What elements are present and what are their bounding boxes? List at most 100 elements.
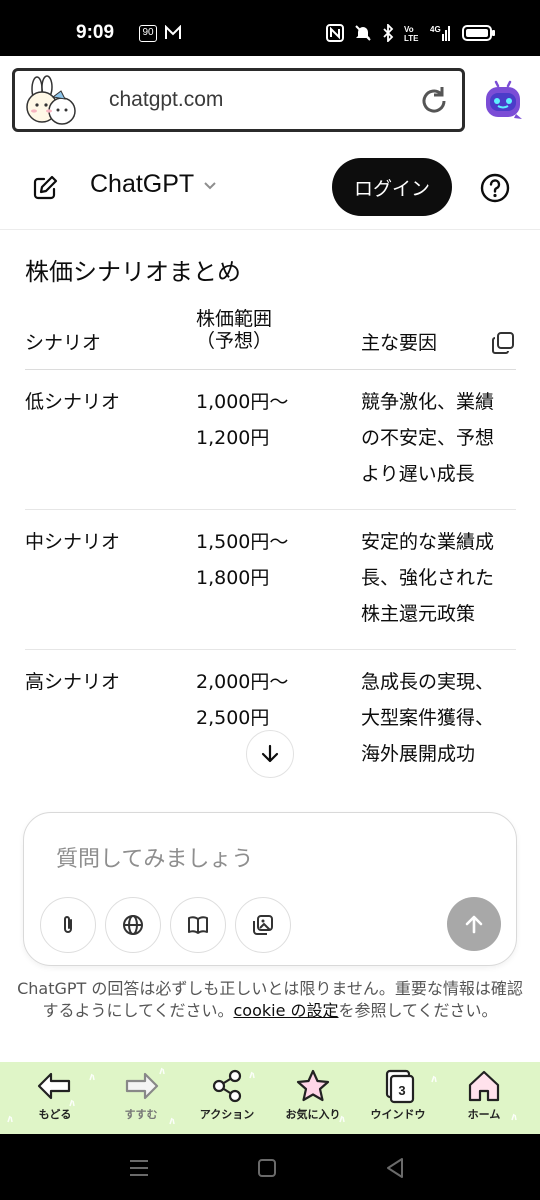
factor-cell: 急成長の実現、 大型案件獲得、 海外展開成功 <box>361 664 516 772</box>
scenario-cell: 低シナリオ <box>25 391 121 413</box>
reload-icon[interactable] <box>417 84 451 118</box>
help-icon[interactable] <box>479 172 511 204</box>
send-button[interactable] <box>447 897 501 951</box>
factor-line: 海外展開成功 <box>361 743 476 765</box>
factor-line: 長、強化された <box>361 567 495 589</box>
table-row: 中シナリオ 1,500円〜 1,800円 安定的な業績成 長、強化された 株主還… <box>25 509 516 649</box>
scenario-cell: 高シナリオ <box>25 671 121 693</box>
cookie-settings-link[interactable]: cookie の設定 <box>233 1001 338 1020</box>
chatgpt-header: ChatGPT ログイン <box>0 146 540 230</box>
address-bar[interactable]: chatgpt.com <box>12 68 465 132</box>
range-line: 1,000円〜 <box>196 391 289 413</box>
message-composer[interactable]: 質問してみましょう <box>23 812 517 966</box>
scenario-cell: 中シナリオ <box>25 531 121 553</box>
arrow-down-icon <box>261 744 279 763</box>
model-selector[interactable]: ChatGPT <box>90 170 218 199</box>
table-row: 低シナリオ 1,000円〜 1,200円 競争激化、業績 の不安定、予想 より遅… <box>25 369 516 509</box>
signal-4g-icon: 4G <box>430 25 450 41</box>
mascot-logo-icon <box>26 75 76 125</box>
nfc-icon <box>326 24 344 42</box>
home-nav-icon[interactable] <box>257 1158 277 1178</box>
status-bar: 9:09 90 Vo LTE 4G <box>0 0 540 56</box>
window-icon: 3 <box>385 1069 415 1104</box>
header-price-range: 株価範囲 （予想） <box>196 308 272 352</box>
disclaimer: ChatGPT の回答は必ずしも正しいとは限りません。重要な情報は確認するように… <box>12 978 528 1022</box>
copy-icon[interactable] <box>490 330 516 356</box>
new-chat-icon[interactable] <box>31 174 59 202</box>
arrow-up-icon <box>465 915 483 934</box>
back-nav-icon[interactable] <box>385 1157 405 1179</box>
search-web-button[interactable] <box>105 897 161 953</box>
factor-line: 安定的な業績成 <box>361 531 495 553</box>
header-price-range-line1: 株価範囲 <box>196 308 273 330</box>
factor-line: 株主還元政策 <box>361 603 476 625</box>
share-icon <box>212 1069 242 1103</box>
window-count: 3 <box>398 1083 405 1098</box>
forward-label: すすむ <box>124 1108 158 1121</box>
scroll-down-button[interactable] <box>246 730 294 778</box>
battery-icon <box>462 25 495 41</box>
browser-toolbar: chatgpt.com <box>0 56 540 146</box>
factor-cell: 競争激化、業績 の不安定、予想 より遅い成長 <box>361 384 516 492</box>
brand-label: ChatGPT <box>90 170 195 198</box>
range-line: 1,800円 <box>196 567 270 589</box>
favorites-button[interactable]: お気に入り <box>271 1068 355 1130</box>
factor-line: 競争激化、業績 <box>361 391 495 413</box>
disclaimer-text-end: を参照してください。 <box>338 1001 498 1020</box>
assistant-extension-button[interactable] <box>476 76 530 130</box>
action-label: アクション <box>199 1108 255 1121</box>
paperclip-icon <box>64 916 72 933</box>
table-body: 低シナリオ 1,000円〜 1,200円 競争激化、業績 の不安定、予想 より遅… <box>25 369 516 789</box>
range-cell: 1,000円〜 1,200円 <box>196 384 316 456</box>
factor-line: 急成長の実現、 <box>361 671 495 693</box>
header-scenario: シナリオ <box>25 332 102 354</box>
status-time: 9:09 <box>76 22 115 43</box>
url-text: chatgpt.com <box>109 88 224 111</box>
range-line: 1,200円 <box>196 427 270 449</box>
volte-icon: VoLTE <box>404 25 419 42</box>
header-factors: 主な要因 <box>361 332 438 354</box>
factor-line: より遅い成長 <box>361 463 475 485</box>
recents-icon[interactable] <box>128 1158 150 1178</box>
section-title: 株価シナリオまとめ <box>25 258 241 286</box>
browser-bottom-toolbar: もどる すすむ アクション お気に入り 3 ウインドウ ホーム <box>0 1062 540 1134</box>
notification-badge: 90 <box>139 25 157 42</box>
range-line: 1,500円〜 <box>196 531 289 553</box>
bluetooth-icon <box>383 24 394 42</box>
login-button[interactable]: ログイン <box>332 158 452 216</box>
study-button[interactable] <box>170 897 226 953</box>
robot-icon <box>486 80 522 119</box>
mail-icon <box>165 25 181 39</box>
back-button[interactable]: もどる <box>13 1068 97 1130</box>
star-icon <box>296 1069 330 1102</box>
status-icons: Vo LTE 4G <box>326 22 496 44</box>
svg-text:Vo: Vo <box>404 25 414 34</box>
image-button[interactable] <box>235 897 291 953</box>
book-icon <box>188 916 208 934</box>
table-header: シナリオ 株価範囲 （予想） 主な要因 <box>25 306 516 364</box>
mute-icon <box>355 25 371 41</box>
action-button[interactable]: アクション <box>185 1068 269 1130</box>
windows-button[interactable]: 3 ウインドウ <box>356 1068 440 1130</box>
windows-label: ウインドウ <box>370 1108 426 1121</box>
chevron-down-icon <box>204 181 216 189</box>
svg-text:LTE: LTE <box>404 34 419 42</box>
forward-arrow-icon <box>125 1072 159 1100</box>
back-arrow-icon <box>37 1072 71 1100</box>
range-line: 2,000円〜 <box>196 671 289 693</box>
home-icon <box>468 1070 500 1102</box>
globe-icon <box>123 915 143 935</box>
back-label: もどる <box>38 1108 72 1121</box>
forward-button[interactable]: すすむ <box>99 1068 183 1130</box>
factor-cell: 安定的な業績成 長、強化された 株主還元政策 <box>361 524 516 632</box>
chat-content: 株価シナリオまとめ シナリオ 株価範囲 （予想） 主な要因 低シナリオ 1,00… <box>0 230 540 800</box>
range-cell: 2,000円〜 2,500円 <box>196 664 316 736</box>
factor-line: 大型案件獲得、 <box>361 707 495 729</box>
svg-text:4G: 4G <box>430 25 441 34</box>
message-input[interactable]: 質問してみましょう <box>56 841 253 873</box>
system-navigation-bar <box>0 1134 540 1200</box>
factor-line: の不安定、予想 <box>361 427 495 449</box>
attach-button[interactable] <box>40 897 96 953</box>
range-cell: 1,500円〜 1,800円 <box>196 524 316 596</box>
home-button[interactable]: ホーム <box>442 1068 526 1130</box>
